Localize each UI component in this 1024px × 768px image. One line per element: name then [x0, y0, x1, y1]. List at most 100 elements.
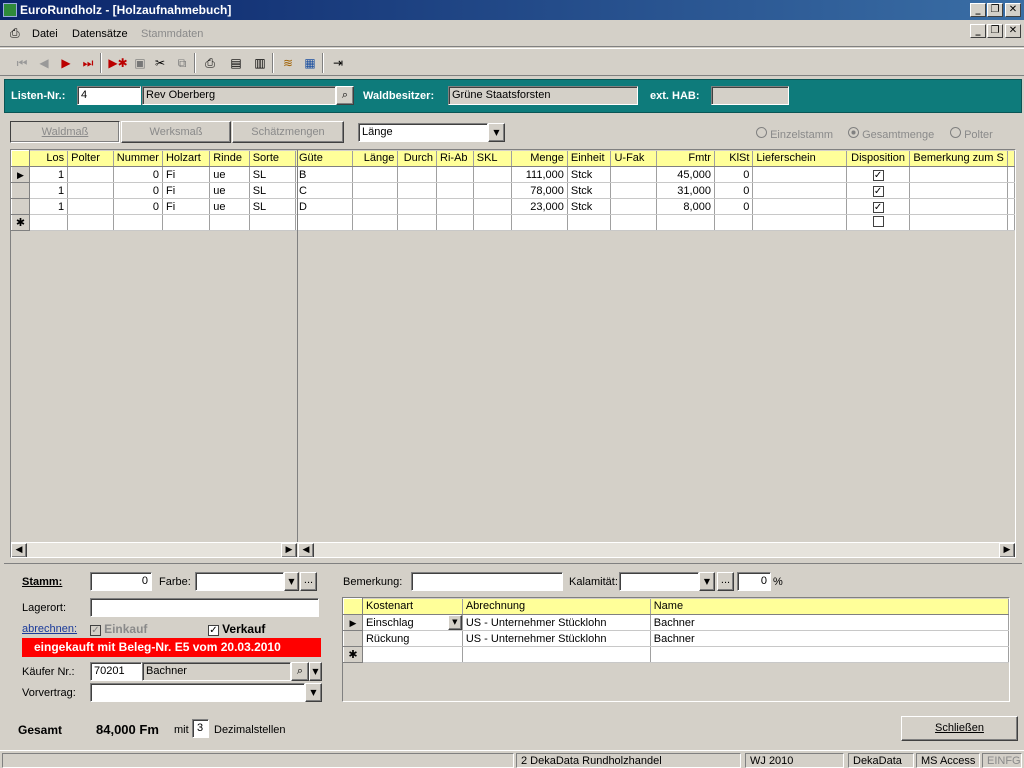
table-cell[interactable]: [714, 214, 754, 231]
table-cell[interactable]: Stck: [567, 198, 612, 215]
column-header[interactable]: KlSt: [714, 150, 754, 167]
row-selector[interactable]: ▶: [343, 614, 363, 631]
vorvertrag-select[interactable]: [90, 683, 305, 702]
dezimal-input[interactable]: 3: [192, 719, 209, 738]
table-cell[interactable]: [67, 214, 114, 231]
table-cell[interactable]: 8,000: [656, 198, 715, 215]
column-header[interactable]: Länge: [352, 150, 399, 167]
table-cell[interactable]: SL: [249, 198, 296, 215]
menu-datei[interactable]: Datei: [32, 28, 58, 40]
table-cell[interactable]: Bachner: [650, 630, 1009, 647]
child-close-icon[interactable]: ✕: [1005, 24, 1021, 38]
chevron-down-icon[interactable]: ▼: [309, 662, 322, 681]
farbe-select[interactable]: [195, 572, 284, 591]
column-header[interactable]: Sorte: [249, 150, 296, 167]
table-cell[interactable]: [67, 198, 114, 215]
table-cell[interactable]: [473, 198, 513, 215]
chevron-down-icon[interactable]: ▼: [488, 123, 505, 142]
column-header[interactable]: Lieferschein: [752, 150, 847, 167]
table-cell[interactable]: 0: [113, 166, 163, 183]
column-header[interactable]: SKL: [473, 150, 513, 167]
table-cell[interactable]: 1: [29, 182, 69, 199]
table-cell[interactable]: [610, 182, 658, 199]
kaeufer-nr-input[interactable]: 70201: [90, 662, 142, 681]
ellipsis-button[interactable]: ...: [300, 572, 317, 591]
table-cell[interactable]: [352, 198, 399, 215]
table-cell[interactable]: [752, 166, 847, 183]
row-selector[interactable]: ✱: [343, 646, 363, 663]
table-cell[interactable]: SL: [249, 182, 296, 199]
table-cell[interactable]: [67, 166, 114, 183]
table-cell[interactable]: 111,000: [511, 166, 568, 183]
column-header[interactable]: Nummer: [113, 150, 163, 167]
table-cell[interactable]: 78,000: [511, 182, 568, 199]
radio-gesamtmenge[interactable]: Gesamtmenge: [848, 127, 934, 141]
table-cell[interactable]: 23,000: [511, 198, 568, 215]
kalamitaet-percent-input[interactable]: 0: [737, 572, 771, 591]
table-cell[interactable]: [352, 214, 399, 231]
lagerort-input[interactable]: [90, 598, 319, 617]
close-icon[interactable]: ✕: [1005, 3, 1021, 17]
table-cell[interactable]: 0: [714, 198, 754, 215]
minimize-icon[interactable]: _: [970, 3, 986, 17]
bemerkung-input[interactable]: [411, 572, 563, 591]
tab-werksmass[interactable]: Werksmaß: [121, 121, 231, 143]
column-header[interactable]: Rinde: [209, 150, 250, 167]
column-header[interactable]: Güte: [295, 150, 353, 167]
column-header[interactable]: U-Fak: [610, 150, 658, 167]
table-cell[interactable]: [162, 214, 211, 231]
horizontal-scrollbar[interactable]: ◀ ▶ ◀ ▶: [11, 542, 1015, 557]
table-cell[interactable]: [610, 214, 658, 231]
restore-icon[interactable]: ❐: [987, 3, 1003, 17]
ellipsis-button[interactable]: ...: [717, 572, 734, 591]
new-record-icon[interactable]: ▶✱: [106, 53, 130, 73]
table-cell[interactable]: [650, 646, 1009, 663]
table-cell[interactable]: Rückung: [362, 630, 463, 647]
menu-stammdaten[interactable]: Stammdaten: [141, 28, 203, 40]
table-cell[interactable]: ue: [209, 198, 250, 215]
wood-icon[interactable]: ≋: [278, 53, 298, 73]
table-cell[interactable]: [209, 214, 250, 231]
table-cell[interactable]: [752, 214, 847, 231]
table-cell[interactable]: [397, 198, 438, 215]
exit-icon[interactable]: ⇥: [328, 53, 348, 73]
chevron-down-icon[interactable]: ▼: [699, 572, 715, 591]
next-record-icon[interactable]: ▶: [56, 53, 76, 73]
table-cell[interactable]: Einschlag ▼: [362, 614, 463, 631]
column-header[interactable]: Disposition: [846, 150, 911, 167]
table-cell[interactable]: [436, 182, 474, 199]
table-cell[interactable]: [909, 182, 1008, 199]
report-icon[interactable]: ▤: [226, 53, 246, 73]
table-cell[interactable]: [397, 214, 438, 231]
table-cell[interactable]: [909, 214, 1008, 231]
chevron-down-icon[interactable]: ▼: [284, 572, 299, 591]
column-header[interactable]: Menge: [511, 150, 568, 167]
calculator-icon[interactable]: ▦: [300, 53, 320, 73]
table-cell[interactable]: 31,000: [656, 182, 715, 199]
prev-record-icon[interactable]: ◀: [34, 53, 54, 73]
row-selector[interactable]: [343, 630, 363, 647]
table-cell[interactable]: Fi: [162, 198, 211, 215]
table-cell[interactable]: [656, 214, 715, 231]
table-cell[interactable]: 0: [113, 198, 163, 215]
delete-icon[interactable]: ✂: [150, 53, 170, 73]
table-row[interactable]: ▶ 1 0 Fi ue SL B 111,000 Stck 45,000 0 ✓: [11, 166, 1015, 183]
table-cell[interactable]: [362, 646, 463, 663]
table-cell[interactable]: Bachner: [650, 614, 1009, 631]
table-cell[interactable]: [462, 646, 651, 663]
chevron-down-icon[interactable]: ▼: [447, 615, 462, 630]
table-row[interactable]: ▶ Einschlag ▼ US - Unternehmer Stücklohn Bac…: [343, 614, 1009, 631]
column-header[interactable]: Fmtr: [656, 150, 715, 167]
table-row[interactable]: 1 0 Fi ue SL D 23,000 Stck 8,000 0 ✓: [11, 198, 1015, 215]
save-icon[interactable]: ▣: [130, 53, 150, 73]
table-cell[interactable]: [473, 214, 513, 231]
table-cell[interactable]: SL: [249, 166, 296, 183]
table-cell[interactable]: [29, 214, 69, 231]
column-header[interactable]: Holzart: [162, 150, 211, 167]
table-cell[interactable]: [352, 166, 399, 183]
table-cell[interactable]: [397, 182, 438, 199]
chevron-down-icon[interactable]: ▼: [305, 683, 322, 702]
table-cell[interactable]: Fi: [162, 182, 211, 199]
verkauf-checkbox[interactable]: ✓ Verkauf: [208, 622, 265, 636]
listen-nr-input[interactable]: 4: [77, 86, 141, 105]
